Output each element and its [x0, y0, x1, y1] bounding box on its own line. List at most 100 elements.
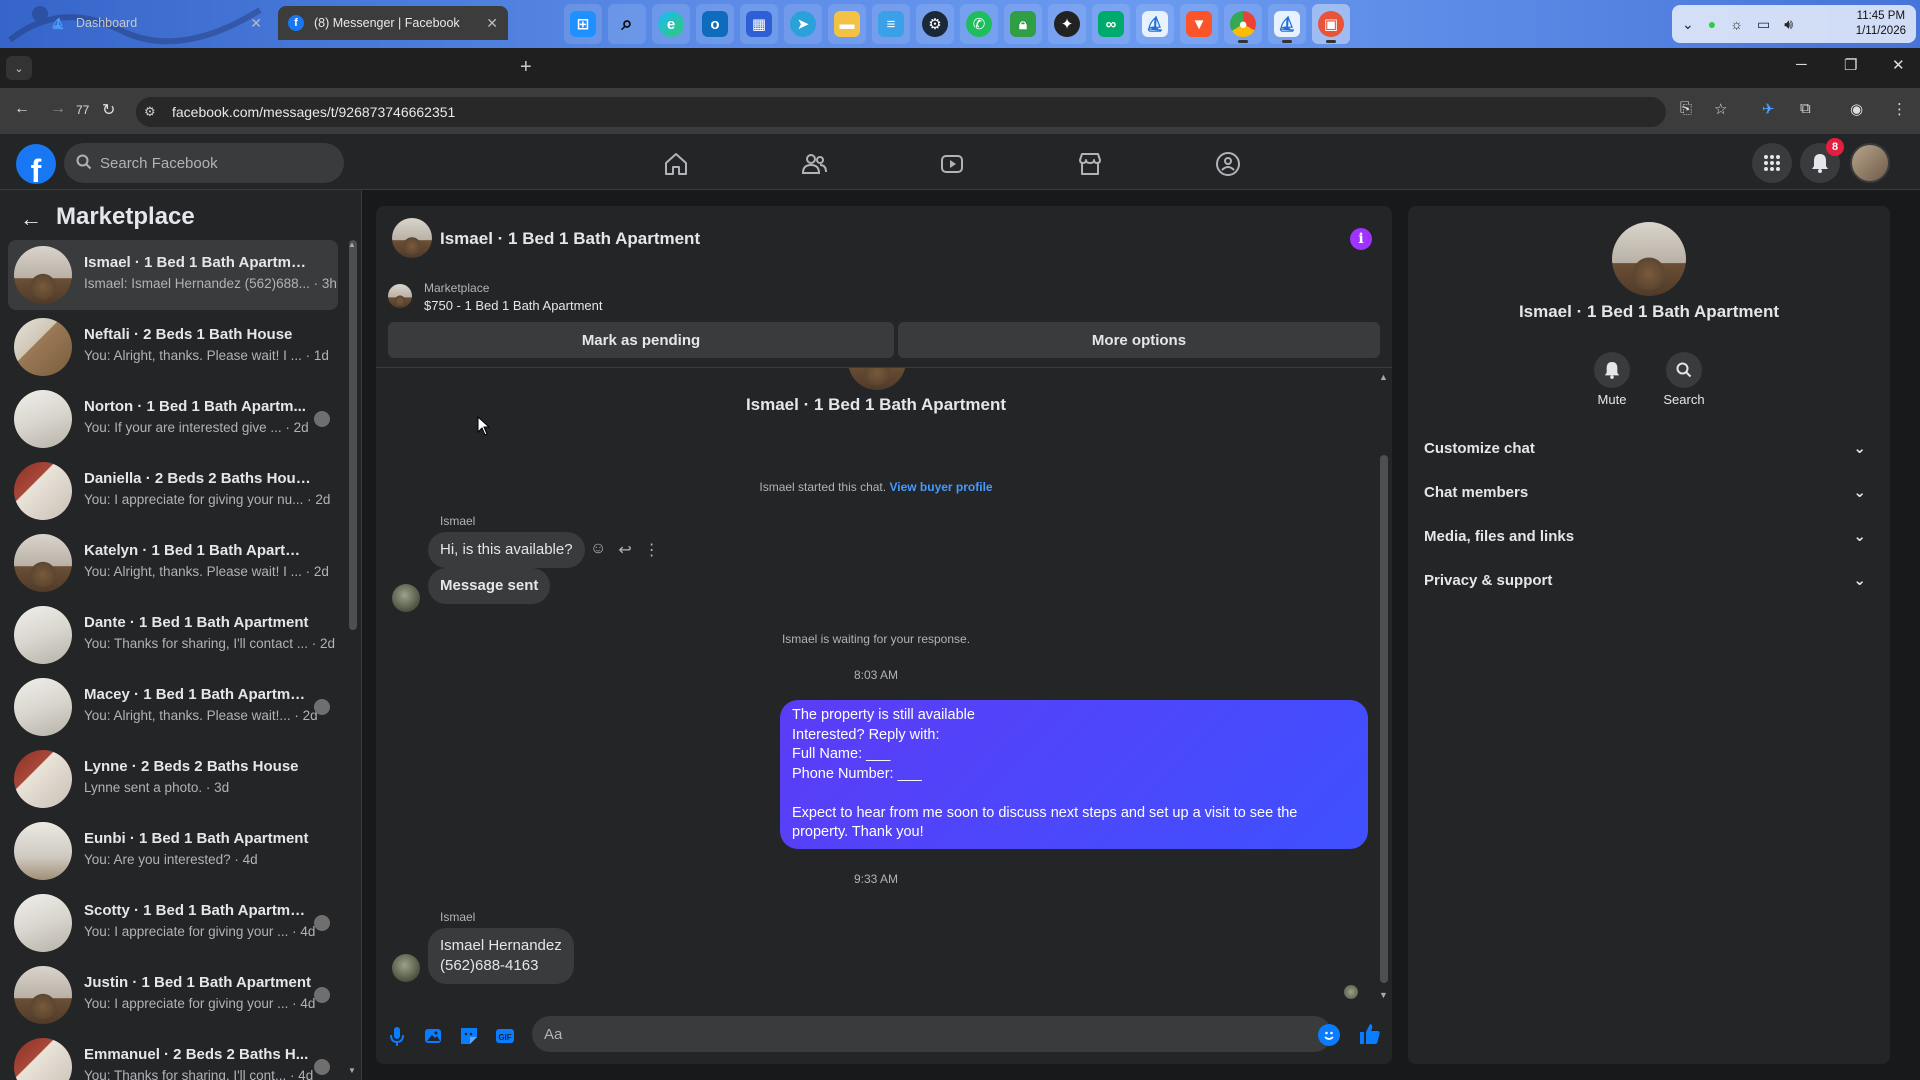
incoming-message[interactable]: Ismael Hernandez (562)688-4163	[428, 928, 574, 984]
back-arrow-icon[interactable]: ←	[20, 206, 42, 232]
restore-icon[interactable]: ❐	[1844, 56, 1857, 74]
conversation-item[interactable]: Scotty · 1 Bed 1 Bath Apartment You: I ap…	[8, 888, 338, 958]
outlook-icon[interactable]: o	[696, 4, 734, 44]
incoming-message[interactable]: Message sent	[428, 568, 551, 604]
back-icon[interactable]: ←	[14, 100, 30, 118]
media-files-links-section[interactable]: Media, files and links ⌄	[1424, 518, 1880, 554]
video-icon[interactable]	[938, 150, 966, 178]
chat-avatar[interactable]	[392, 218, 432, 258]
lightbulb-app-icon[interactable]: ✦	[1048, 4, 1086, 44]
friends-icon[interactable]	[800, 150, 828, 178]
chat-members-section[interactable]: Chat members ⌄	[1424, 474, 1880, 510]
more-kebab-icon[interactable]: ⋮	[644, 540, 660, 560]
brave-icon[interactable]: ▼	[1180, 4, 1218, 44]
view-buyer-profile-link[interactable]: View buyer profile	[889, 480, 992, 494]
facebook-search-input[interactable]: Search Facebook	[64, 143, 344, 183]
windows-start-icon[interactable]: ⊞	[564, 4, 602, 44]
scroll-up-icon[interactable]: ▲	[1379, 372, 1388, 382]
react-smile-icon[interactable]: ☺	[590, 540, 606, 560]
listing-title[interactable]: $750 - 1 Bed 1 Bath Apartment	[424, 298, 603, 313]
facebook-logo-icon[interactable]: f	[16, 144, 56, 184]
brightness-icon[interactable]: ☼	[1730, 16, 1743, 32]
more-options-button[interactable]: More options	[898, 322, 1380, 358]
avatar[interactable]	[1850, 143, 1890, 183]
chat-scrollbar[interactable]	[1380, 455, 1388, 983]
address-bar[interactable]: facebook.com/messages/t/926873746662351	[136, 97, 1666, 127]
scroll-down-icon[interactable]: ▼	[1379, 990, 1388, 1000]
scroll-up-icon[interactable]: ▲	[348, 240, 356, 249]
sidebar-scrollbar[interactable]	[349, 240, 357, 630]
tab-search-button[interactable]: ⌄	[6, 56, 32, 80]
sailing-app-icon[interactable]: ⛵︎	[1136, 4, 1174, 44]
conversation-item[interactable]: Katelyn · 1 Bed 1 Bath Apartment You: Alr…	[8, 528, 338, 598]
search-icon[interactable]: ⌕	[608, 4, 646, 44]
reload-icon[interactable]: ↻	[102, 100, 115, 120]
marketplace-icon[interactable]	[1076, 150, 1104, 178]
volume-icon[interactable]: 🔊︎	[1784, 16, 1793, 33]
menu-kebab-icon[interactable]: ⋮	[1892, 100, 1907, 118]
extension-icon[interactable]: ✈	[1762, 100, 1775, 118]
mute-button[interactable]	[1594, 352, 1630, 388]
notepad-icon[interactable]: ≡	[872, 4, 910, 44]
printer-app-icon[interactable]: ▣	[1312, 4, 1350, 44]
sender-avatar[interactable]	[392, 584, 420, 612]
profile-icon[interactable]: ◉	[1850, 100, 1863, 118]
gif-icon[interactable]: GIF	[494, 1025, 516, 1047]
microphone-icon[interactable]	[386, 1025, 408, 1047]
home-icon[interactable]	[662, 150, 690, 178]
tripadvisor-icon[interactable]: ∞	[1092, 4, 1130, 44]
steam-icon[interactable]: ⚙	[916, 4, 954, 44]
customize-chat-section[interactable]: Customize chat ⌄	[1424, 430, 1880, 466]
groups-icon[interactable]	[1214, 150, 1242, 178]
display-icon[interactable]: ▭	[1757, 16, 1770, 33]
conversation-item[interactable]: Emmanuel · 2 Beds 2 Baths H... You: Thank…	[8, 1032, 338, 1080]
chat-title[interactable]: Ismael · 1 Bed 1 Bath Apartment	[440, 229, 700, 249]
scroll-down-icon[interactable]: ▼	[348, 1066, 356, 1075]
conversation-item[interactable]: Daniella · 2 Beds 2 Baths House You: I ap…	[8, 456, 338, 526]
chevron-up-icon[interactable]: ⌄	[1682, 16, 1694, 33]
close-window-icon[interactable]: ✕	[1892, 56, 1905, 74]
privacy-support-section[interactable]: Privacy & support ⌄	[1424, 562, 1880, 598]
conversation-item[interactable]: Ismael · 1 Bed 1 Bath Apartment Ismael: I…	[8, 240, 338, 310]
sticker-icon[interactable]	[458, 1025, 480, 1047]
whatsapp-icon[interactable]: ✆	[960, 4, 998, 44]
search-in-chat-button[interactable]	[1666, 352, 1702, 388]
file-explorer-icon[interactable]: ▬	[828, 4, 866, 44]
incoming-message[interactable]: Hi, is this available?	[428, 532, 585, 568]
photo-icon[interactable]	[422, 1025, 444, 1047]
microsoft-store-icon[interactable]: ▦	[740, 4, 778, 44]
install-app-icon[interactable]: ⎘	[1680, 100, 1692, 117]
clock[interactable]: 11:45 PM 1/11/2026	[1856, 9, 1906, 39]
sailing-app-2-icon[interactable]: ⛵︎	[1268, 4, 1306, 44]
message-input[interactable]: Aa	[532, 1016, 1332, 1052]
status-dot-icon[interactable]: ●	[1708, 16, 1716, 32]
conversation-item[interactable]: Justin · 1 Bed 1 Bath Apartment You: I ap…	[8, 960, 338, 1030]
forward-icon[interactable]: →	[50, 100, 66, 118]
chrome-icon[interactable]: ●	[1224, 4, 1262, 44]
telegram-icon[interactable]: ➤	[784, 4, 822, 44]
tab-messenger[interactable]: f (8) Messenger | Facebook ✕	[278, 6, 508, 40]
site-info-icon[interactable]: ⚙	[144, 104, 156, 120]
conversation-item[interactable]: Dante · 1 Bed 1 Bath Apartment You: Thank…	[8, 600, 338, 670]
thumbs-up-icon[interactable]	[1358, 1022, 1382, 1046]
contact-avatar[interactable]	[1612, 222, 1686, 296]
mark-as-pending-button[interactable]: Mark as pending	[388, 322, 894, 358]
info-icon[interactable]: i	[1350, 228, 1372, 250]
bookmark-star-icon[interactable]: ☆	[1714, 100, 1727, 118]
minimize-icon[interactable]: ─	[1796, 56, 1807, 73]
conversation-item[interactable]: Norton · 1 Bed 1 Bath Apartm... You: If y…	[8, 384, 338, 454]
reply-icon[interactable]: ↩	[618, 540, 631, 560]
extensions-puzzle-icon[interactable]: ⧉	[1800, 100, 1811, 117]
listing-thumbnail[interactable]	[388, 284, 412, 308]
lock-app-icon[interactable]: 🔒︎	[1004, 4, 1042, 44]
conversation-item[interactable]: Neftali · 2 Beds 1 Bath House You: Alrigh…	[8, 312, 338, 382]
edge-copilot-icon[interactable]: e	[652, 4, 690, 44]
close-tab-icon[interactable]: ✕	[486, 15, 498, 32]
menu-grid-icon[interactable]	[1752, 143, 1792, 183]
sender-avatar[interactable]	[392, 954, 420, 982]
new-tab-button[interactable]: +	[520, 56, 532, 79]
close-tab-icon[interactable]: ✕	[250, 15, 262, 32]
emoji-icon[interactable]	[1318, 1024, 1340, 1046]
outgoing-message[interactable]: The property is still available Interest…	[780, 700, 1368, 849]
conversation-item[interactable]: Macey · 1 Bed 1 Bath Apartment You: Alrig…	[8, 672, 338, 742]
